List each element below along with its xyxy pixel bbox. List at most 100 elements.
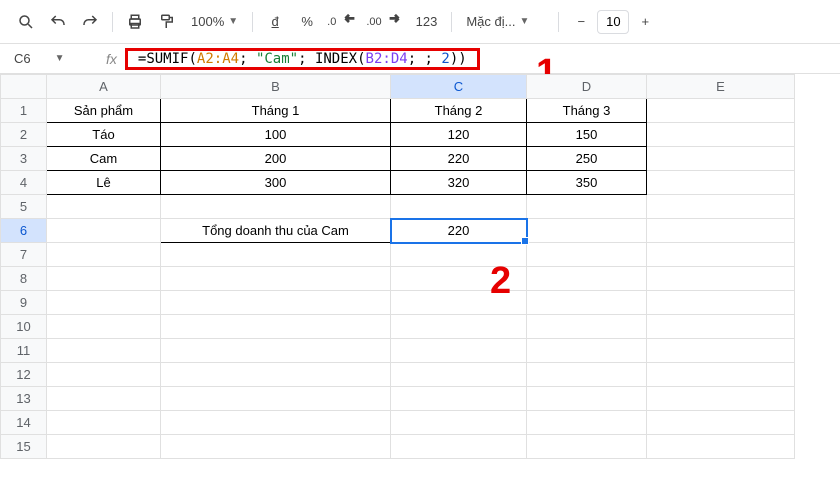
cell-C6-selected[interactable]: 220 [391,219,527,243]
cell[interactable] [527,219,647,243]
cell[interactable] [647,171,795,195]
cell[interactable] [527,315,647,339]
row-header-1[interactable]: 1 [1,99,47,123]
row-header-15[interactable]: 15 [1,435,47,459]
font-dropdown[interactable]: Mặc đị...▼ [460,8,550,36]
row-header-11[interactable]: 11 [1,339,47,363]
cell[interactable] [527,267,647,291]
cell-summary-label[interactable]: Tổng doanh thu của Cam [161,219,391,243]
row-header-6[interactable]: 6 [1,219,47,243]
cell[interactable] [161,267,391,291]
row-header-12[interactable]: 12 [1,363,47,387]
row-header-2[interactable]: 2 [1,123,47,147]
cell[interactable] [391,363,527,387]
col-header-D[interactable]: D [527,75,647,99]
cell[interactable] [47,339,161,363]
col-header-A[interactable]: A [47,75,161,99]
cell[interactable] [391,339,527,363]
cell[interactable] [161,291,391,315]
print-icon[interactable] [121,8,149,36]
formula-input[interactable]: =SUMIF(A2:A4; "Cam"; INDEX(B2:D4; ; 2)) [132,49,473,69]
cell[interactable]: 120 [391,123,527,147]
cell[interactable] [527,411,647,435]
currency-button[interactable]: đ [261,8,289,36]
cell[interactable] [47,435,161,459]
cell[interactable] [47,315,161,339]
cell[interactable] [47,243,161,267]
cell[interactable] [161,315,391,339]
cell[interactable]: Tháng 2 [391,99,527,123]
col-header-E[interactable]: E [647,75,795,99]
cell[interactable] [647,267,795,291]
decrease-font-button[interactable]: − [567,8,595,36]
cell[interactable] [527,291,647,315]
cell[interactable]: 220 [391,147,527,171]
cell[interactable] [47,291,161,315]
cell[interactable] [527,243,647,267]
cell[interactable] [647,411,795,435]
cell[interactable] [647,339,795,363]
cell[interactable] [647,147,795,171]
row-header-9[interactable]: 9 [1,291,47,315]
cell[interactable] [161,435,391,459]
number-format-button[interactable]: 123 [410,8,444,36]
cell[interactable] [647,99,795,123]
cell[interactable] [47,195,161,219]
cell[interactable] [647,219,795,243]
cell[interactable] [391,195,527,219]
row-header-10[interactable]: 10 [1,315,47,339]
undo-icon[interactable] [44,8,72,36]
row-header-3[interactable]: 3 [1,147,47,171]
cell[interactable]: 320 [391,171,527,195]
row-header-8[interactable]: 8 [1,267,47,291]
zoom-dropdown[interactable]: 100%▼ [185,8,244,36]
cell[interactable] [47,363,161,387]
row-header-13[interactable]: 13 [1,387,47,411]
cell[interactable] [647,387,795,411]
col-header-C[interactable]: C [391,75,527,99]
cell[interactable] [647,195,795,219]
cell[interactable] [47,219,161,243]
cell[interactable] [391,315,527,339]
cell[interactable] [161,243,391,267]
cell[interactable] [527,195,647,219]
cell[interactable] [47,267,161,291]
cell[interactable] [527,363,647,387]
cell[interactable] [527,339,647,363]
cell[interactable] [391,387,527,411]
cell[interactable]: Tháng 3 [527,99,647,123]
decrease-decimal-button[interactable]: .0 [325,8,360,36]
cell[interactable] [161,339,391,363]
cell[interactable] [391,411,527,435]
select-all-corner[interactable] [1,75,47,99]
row-header-4[interactable]: 4 [1,171,47,195]
cell[interactable]: Lê [47,171,161,195]
cell[interactable] [391,435,527,459]
cell[interactable] [47,411,161,435]
font-size-input[interactable] [597,10,629,34]
cell[interactable]: 150 [527,123,647,147]
cell[interactable]: 250 [527,147,647,171]
row-header-14[interactable]: 14 [1,411,47,435]
cell[interactable]: Cam [47,147,161,171]
cell[interactable] [527,435,647,459]
name-box[interactable]: C6 ▼ [8,51,98,66]
cell[interactable] [161,195,391,219]
cell[interactable] [647,435,795,459]
cell[interactable]: Sản phẩm [47,99,161,123]
row-header-5[interactable]: 5 [1,195,47,219]
cell[interactable] [647,123,795,147]
cell[interactable]: 350 [527,171,647,195]
increase-font-button[interactable]: + [631,8,659,36]
col-header-B[interactable]: B [161,75,391,99]
cell[interactable] [647,291,795,315]
cell[interactable] [647,363,795,387]
cell[interactable] [161,363,391,387]
cell[interactable] [647,243,795,267]
cell[interactable] [647,315,795,339]
cell[interactable]: 200 [161,147,391,171]
cell[interactable] [527,387,647,411]
percent-button[interactable]: % [293,8,321,36]
increase-decimal-button[interactable]: .00 [364,8,405,36]
redo-icon[interactable] [76,8,104,36]
